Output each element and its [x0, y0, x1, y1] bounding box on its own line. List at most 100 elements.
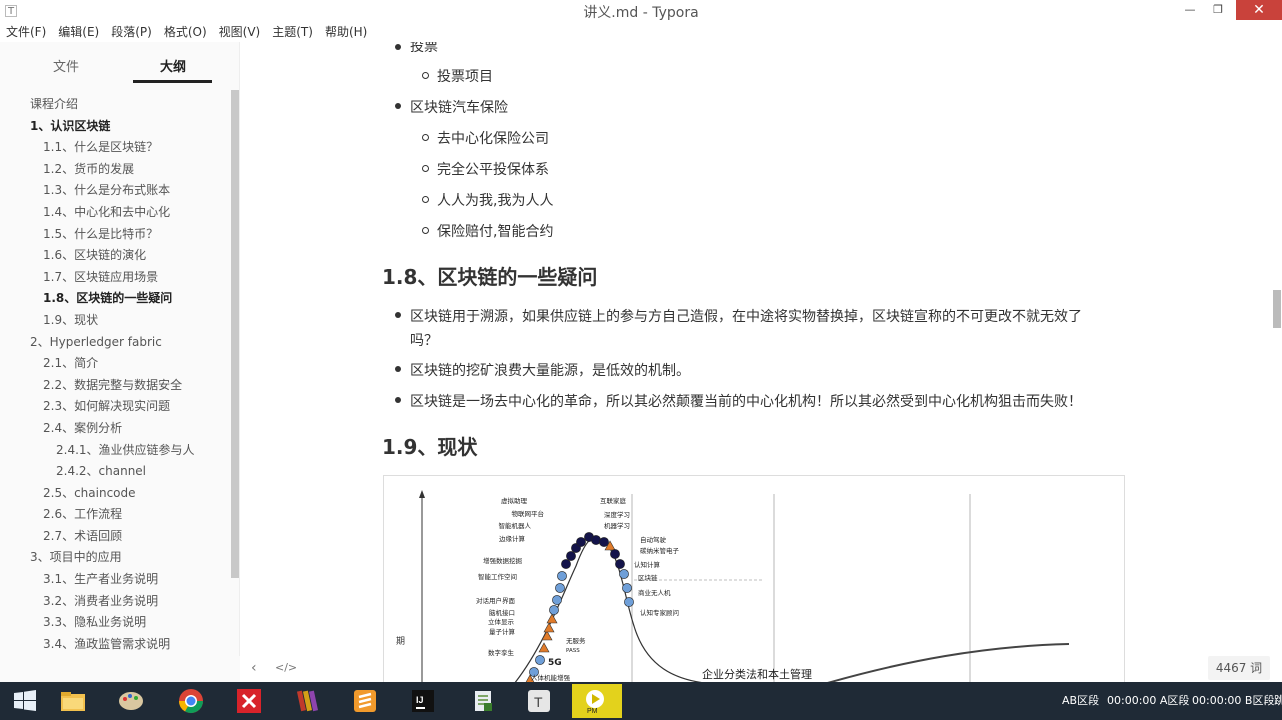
list-item-sub: 去中心化保险公司 — [437, 131, 549, 147]
sublime-icon — [354, 690, 376, 712]
list-item-sub: 保险赔付,智能合约 — [437, 224, 554, 240]
outline-item[interactable]: 3.1、生产者业务说明 — [0, 569, 230, 591]
start-button[interactable] — [0, 684, 50, 718]
editor-scrollbar-track[interactable] — [1271, 42, 1282, 682]
tray-a-section[interactable]: 00:00:00 A区段 — [1107, 682, 1189, 720]
list-item-sub: 完全公平投保体系 — [437, 162, 549, 178]
tech-label: 增强数据挖掘 — [483, 556, 523, 565]
menu-edit[interactable]: 编辑(E) — [52, 22, 105, 42]
circle-marker — [615, 559, 625, 569]
outline-item[interactable]: 2.5、chaincode — [0, 483, 230, 505]
outline-item[interactable]: 2.4、案例分析 — [0, 418, 230, 440]
circle-marker — [576, 537, 586, 547]
bullet-ring — [422, 196, 429, 203]
tray-ab-section[interactable]: AB区段 — [1062, 682, 1099, 720]
outline-item[interactable]: 1、认识区块链 — [0, 116, 230, 138]
taskbar-paint[interactable] — [106, 684, 156, 718]
outline-item[interactable]: 3、项目中的应用 — [0, 547, 230, 569]
heading-1-9: 1.9、现状 — [382, 435, 478, 459]
maximize-button[interactable]: ❐ — [1204, 0, 1232, 20]
circle-marker — [619, 569, 629, 579]
svg-text:PM: PM — [587, 708, 598, 715]
taskbar-notepad[interactable] — [458, 684, 508, 718]
menu-file[interactable]: 文件(F) — [0, 22, 52, 42]
menu-help[interactable]: 帮助(H) — [319, 22, 373, 42]
hype-cycle-svg: 期 虚拟助理 物联网平台 智能机器人 边缘计算 增强数据挖掘 智能工作空间 对话… — [396, 490, 1070, 682]
outline-item[interactable]: 1.2、货币的发展 — [0, 159, 230, 181]
editor-scrollbar-thumb[interactable] — [1273, 290, 1281, 328]
folder-icon — [61, 692, 85, 711]
outline-item[interactable]: 2.7、术语回顾 — [0, 526, 230, 548]
taskbar-chrome[interactable] — [166, 684, 216, 718]
outline-item[interactable]: 1.1、什么是区块链？ — [0, 137, 230, 159]
sidebar-tabs: 文件 大纲 — [0, 42, 240, 86]
circle-marker — [535, 655, 545, 665]
menu-paragraph[interactable]: 段落(P) — [105, 22, 158, 42]
winrar-icon — [296, 690, 319, 712]
circle-marker — [561, 559, 571, 569]
taskbar-player[interactable]: PM — [572, 684, 622, 718]
menu-format[interactable]: 格式(O) — [158, 22, 213, 42]
word-count[interactable]: 4467 词 — [1208, 656, 1270, 680]
tech-label: 数字孪生 — [488, 648, 515, 657]
circle-marker — [591, 535, 601, 545]
outline-item[interactable]: 2、Hyperledger fabric — [0, 332, 230, 354]
annotation-5g: 5G — [548, 658, 562, 668]
tech-label: 商业无人机 — [638, 588, 671, 597]
outline-item[interactable]: 3.4、渔政监管需求说明 — [0, 634, 230, 656]
outline-item[interactable]: 1.8、区块链的一些疑问 — [0, 288, 230, 310]
circle-marker — [599, 537, 609, 547]
taskbar-typora[interactable]: T — [514, 684, 564, 718]
outline-item[interactable]: 1.3、什么是分布式账本 — [0, 180, 230, 202]
tech-label: 量子计算 — [489, 627, 516, 636]
tray-jump[interactable]: 跳 — [1274, 682, 1282, 720]
taskbar-xmind[interactable] — [224, 684, 274, 718]
menu-view[interactable]: 视图(V) — [213, 22, 267, 42]
menu-theme[interactable]: 主题(T) — [266, 22, 319, 42]
outline-item[interactable]: 1.7、区块链应用场景 — [0, 267, 230, 289]
chrome-icon — [179, 689, 203, 714]
outline-item[interactable]: 2.4.1、渔业供应链参与人 — [0, 440, 230, 462]
outline-item[interactable]: 2.2、数据完整与数据安全 — [0, 375, 230, 397]
sidebar-scrollbar[interactable] — [231, 90, 239, 578]
bullet-dot — [395, 366, 401, 372]
hype-cycle-image[interactable]: 期 虚拟助理 物联网平台 智能机器人 边缘计算 增强数据挖掘 智能工作空间 对话… — [383, 475, 1125, 683]
triangle-marker — [541, 630, 553, 641]
tech-label: 认知计算 — [634, 560, 661, 569]
tab-outline[interactable]: 大纲 — [160, 56, 186, 75]
question-1-line-1: 区块链用于溯源，如果供应链上的参与方自己造假，在中途将实物替换掉，区块链宣称的不… — [410, 309, 1082, 325]
outline-item[interactable]: 1.9、现状 — [0, 310, 230, 332]
taskbar-sublime[interactable] — [340, 684, 390, 718]
taskbar-winrar[interactable] — [282, 684, 332, 718]
outline-item[interactable]: 1.4、中心化和去中心化 — [0, 202, 230, 224]
menu-bar: 文件(F) 编辑(E) 段落(P) 格式(O) 视图(V) 主题(T) 帮助(H… — [0, 22, 373, 42]
outline-item[interactable]: 3.2、消费者业务说明 — [0, 591, 230, 613]
outline-item[interactable]: 1.5、什么是比特币？ — [0, 224, 230, 246]
windows-icon — [14, 690, 36, 711]
close-button[interactable]: ✕ — [1236, 0, 1282, 20]
taskbar-intellij[interactable]: IJ — [398, 684, 448, 718]
title-bar: T 讲义.md - Typora — ❐ ✕ — [0, 0, 1282, 22]
tray-b-section[interactable]: 00:00:00 B区段 — [1192, 682, 1274, 720]
outline-item[interactable]: 课程介绍 — [0, 94, 230, 116]
bullet-ring — [422, 72, 429, 79]
circle-marker — [555, 583, 565, 593]
tech-label: 认知专家顾问 — [640, 608, 679, 617]
taskbar-file-explorer[interactable] — [48, 684, 98, 718]
outline-item[interactable]: 3.3、隐私业务说明 — [0, 612, 230, 634]
outline-item[interactable]: 2.4.2、channel — [0, 461, 230, 483]
question-3: 区块链是一场去中心化的革命，所以其必然颠覆当前的中心化机构！所以其必然受到中心化… — [410, 394, 1082, 410]
circle-marker — [610, 549, 620, 559]
tab-files[interactable]: 文件 — [53, 56, 79, 75]
active-tab-indicator — [133, 80, 212, 83]
bullet-dot — [395, 44, 401, 50]
tech-label: 人体机能增强 — [531, 673, 571, 682]
circle-marker — [566, 551, 576, 561]
outline-item[interactable]: 1.6、区块链的演化 — [0, 245, 230, 267]
bullet-ring — [422, 227, 429, 234]
window-controls: — ❐ ✕ — [1176, 0, 1282, 20]
outline-item[interactable]: 2.6、工作流程 — [0, 504, 230, 526]
minimize-button[interactable]: — — [1176, 0, 1204, 20]
outline-item[interactable]: 2.3、如何解决现实问题 — [0, 396, 230, 418]
outline-item[interactable]: 2.1、简介 — [0, 353, 230, 375]
